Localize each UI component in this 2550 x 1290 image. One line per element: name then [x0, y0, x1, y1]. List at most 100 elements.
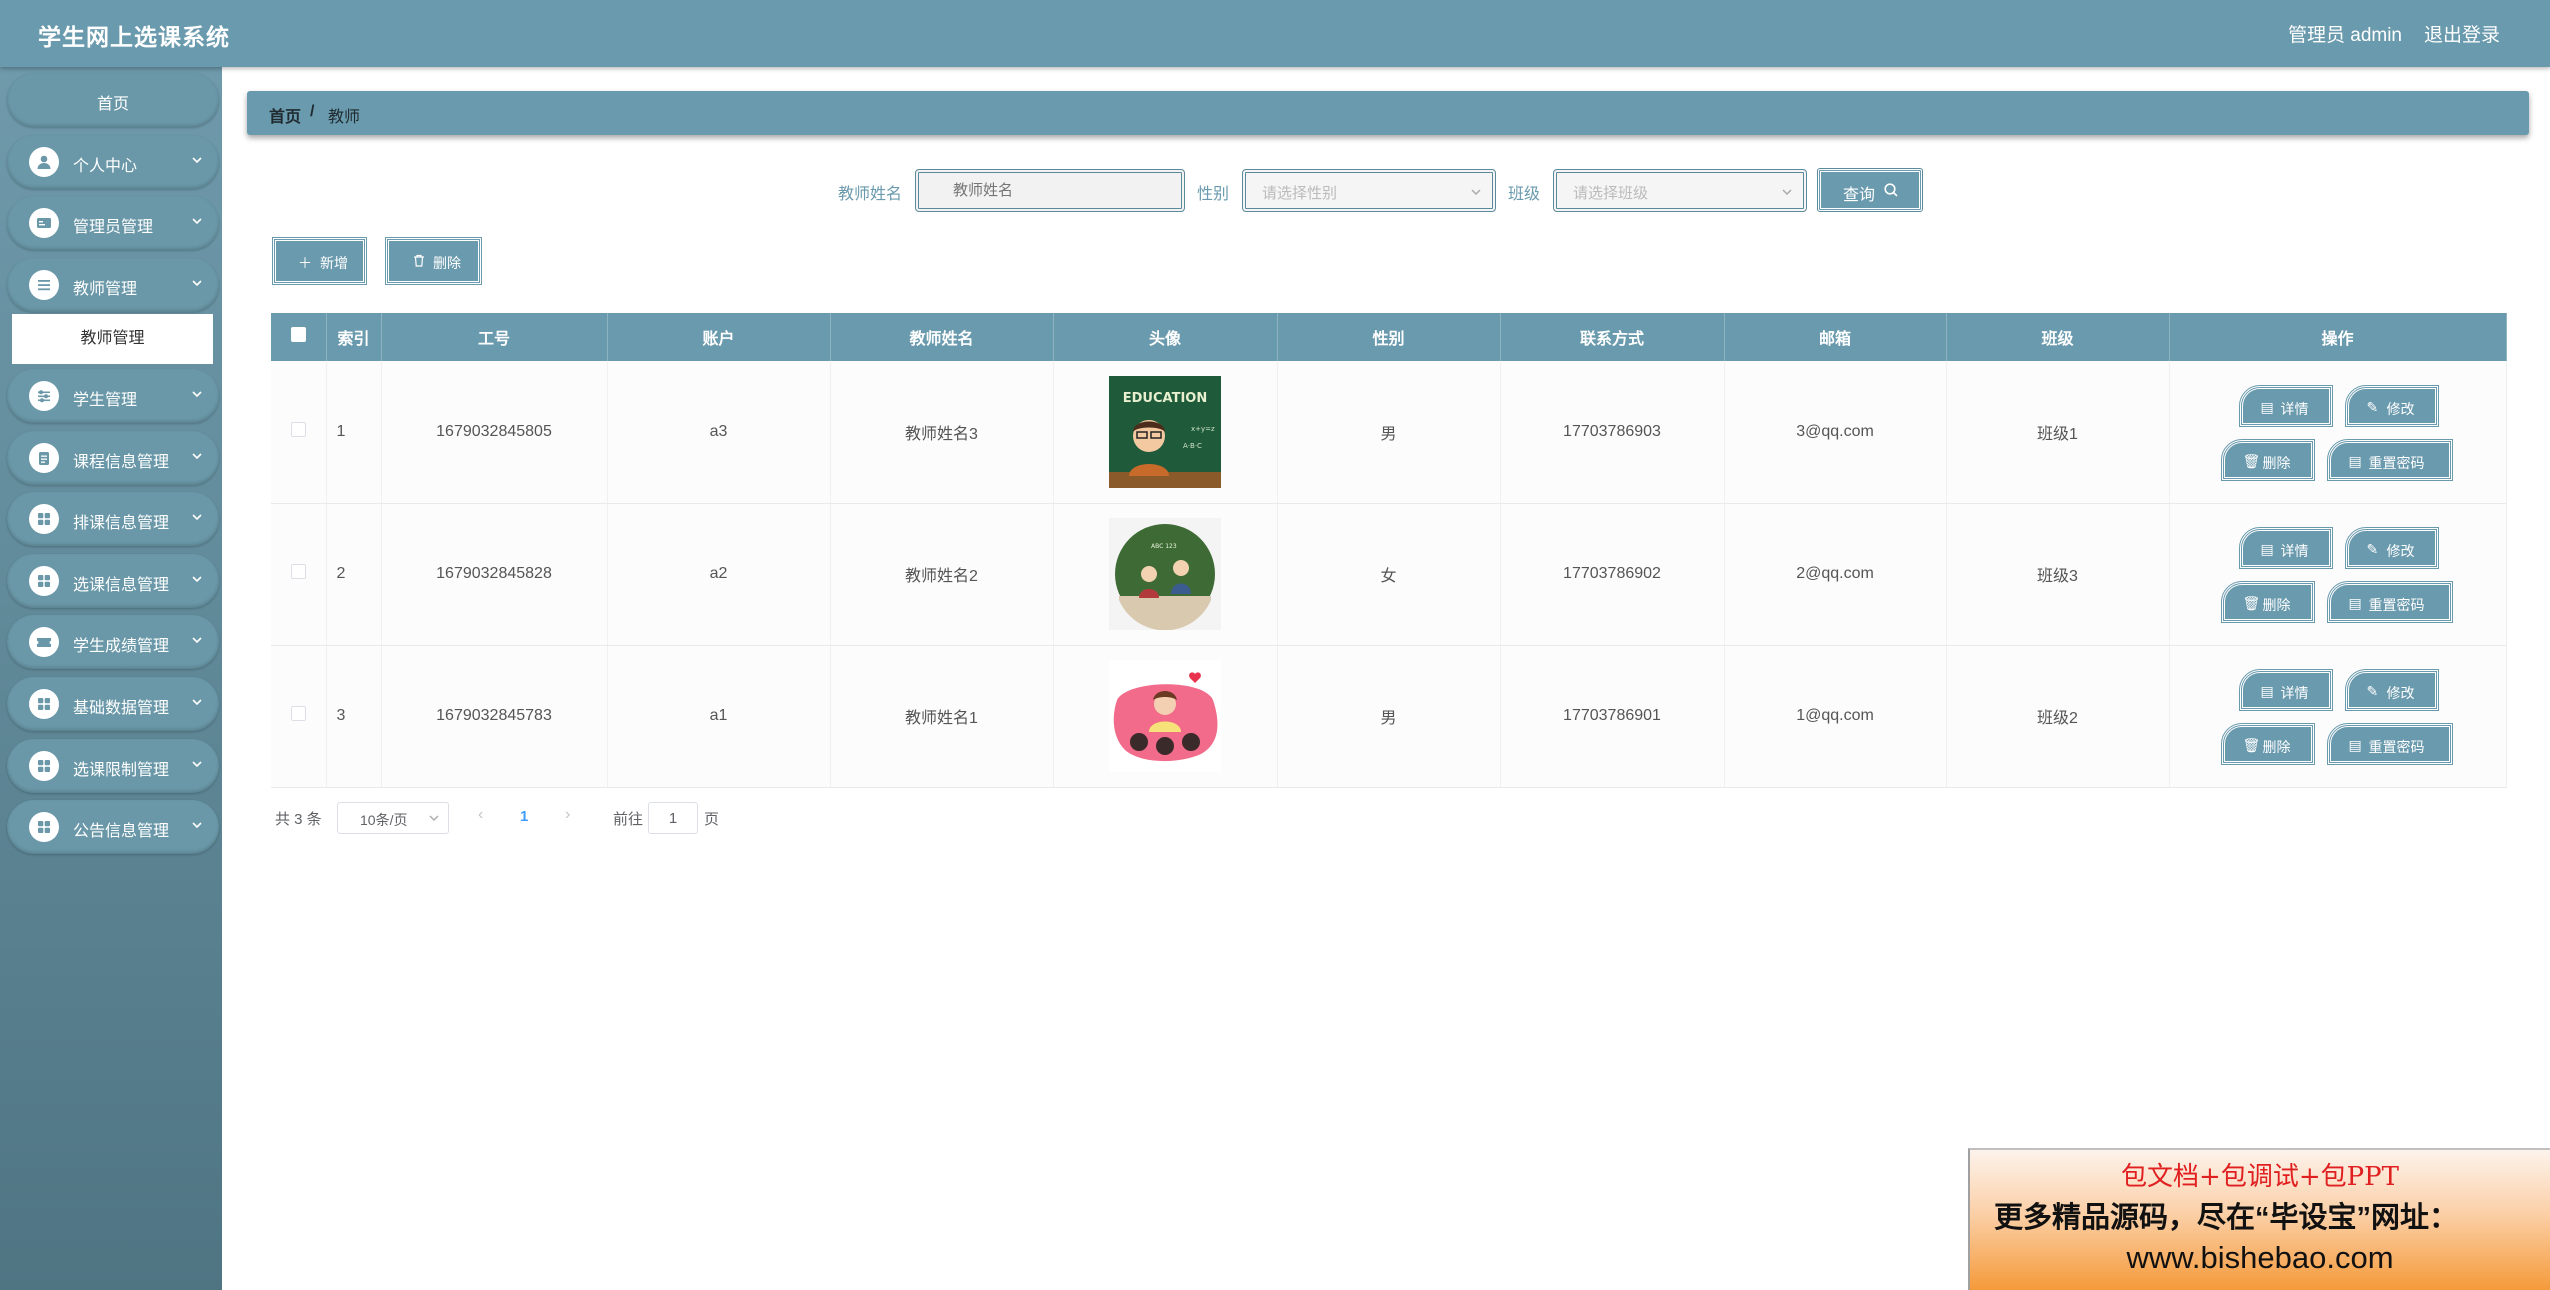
chevron-down-icon: [191, 153, 203, 171]
cell-phone: 17703786902: [1500, 503, 1725, 646]
table-header-row: 索引 工号 账户 教师姓名 头像 性别 联系方式 邮箱 班级 操作: [271, 313, 2507, 361]
sidebar-item-home[interactable]: 首页: [7, 73, 219, 127]
delete-button[interactable]: 🗑︎ 删除: [2220, 438, 2315, 481]
chevron-up-icon: [191, 276, 203, 294]
cell-operations: ▤ 详情 ✎ 修改 🗑︎ 删除 ▤ 重置密码: [2169, 503, 2507, 646]
edit-button[interactable]: ✎ 修改: [2344, 669, 2439, 711]
reset-password-button[interactable]: ▤ 重置密码: [2326, 438, 2453, 481]
trash-icon: [413, 254, 425, 270]
sidebar-item-student-management[interactable]: 学生管理: [7, 369, 219, 423]
column-header: 账户: [607, 313, 831, 361]
svg-text:A·B·C: A·B·C: [1183, 442, 1202, 450]
chevron-down-icon: [191, 449, 203, 467]
add-button[interactable]: ＋ 新增: [272, 237, 367, 285]
sidebar-item-basic-data-management[interactable]: 基础数据管理: [7, 677, 219, 731]
query-button[interactable]: 查询: [1817, 168, 1923, 212]
detail-button[interactable]: ▤ 详情: [2238, 669, 2333, 711]
delete-button[interactable]: 🗑︎ 删除: [2220, 581, 2315, 623]
chevron-down-icon: [191, 572, 203, 590]
reset-password-button[interactable]: ▤ 重置密码: [2326, 581, 2453, 623]
gender-select-placeholder: 请选择性别: [1262, 185, 1338, 202]
sidebar-item-personal-center[interactable]: 个人中心: [7, 135, 219, 189]
chevron-right-icon[interactable]: ›: [565, 806, 570, 824]
sidebar-item-notice-management[interactable]: 公告信息管理: [7, 800, 219, 854]
chevron-down-icon: [1470, 185, 1482, 202]
teacher-table: 索引 工号 账户 教师姓名 头像 性别 联系方式 邮箱 班级 操作 1 1679…: [271, 313, 2507, 788]
table-row: 1 1679032845805 a3 教师姓名3 EDUCATION x+y=z…: [271, 361, 2507, 504]
select-all-checkbox[interactable]: [271, 313, 327, 361]
cell-gender: 男: [1277, 645, 1501, 788]
detail-button[interactable]: ▤ 详情: [2238, 527, 2333, 569]
detail-button-label: 详情: [2280, 400, 2309, 417]
sidebar-item-label: 学生成绩管理: [73, 638, 170, 655]
sidebar-item-score-management[interactable]: 学生成绩管理: [7, 615, 219, 669]
column-header: 操作: [2169, 313, 2507, 361]
cell-email: 3@qq.com: [1724, 361, 1947, 504]
cell-operations: ▤ 详情 ✎ 修改 🗑︎ 删除 ▤ 重置密码: [2169, 645, 2507, 788]
gender-select[interactable]: 请选择性别: [1242, 169, 1496, 212]
sidebar-subitem-teacher-management[interactable]: 教师管理: [12, 314, 213, 364]
user-icon: [29, 147, 59, 177]
page-number-current[interactable]: 1: [520, 808, 528, 825]
sidebar-item-course-info-management[interactable]: 课程信息管理: [7, 431, 219, 485]
detail-button-label: 详情: [2280, 543, 2309, 559]
goto-label: 前往: [613, 811, 644, 828]
chevron-left-icon[interactable]: ‹: [478, 806, 483, 824]
cell-operations: ▤ 详情 ✎ 修改 🗑︎ 删除 ▤ 重置密码: [2169, 361, 2507, 504]
edit-button-label: 修改: [2386, 400, 2415, 417]
cell-account: a1: [607, 645, 831, 788]
plus-icon: ＋: [298, 255, 312, 271]
cell-gender: 男: [1277, 361, 1501, 504]
class-select[interactable]: 请选择班级: [1553, 169, 1807, 212]
document-icon: ▤: [2348, 452, 2362, 469]
teacher-avatar-image: [1109, 660, 1221, 772]
delete-button-label: 删除: [2262, 454, 2291, 471]
sidebar-item-selection-limit-management[interactable]: 选课限制管理: [7, 739, 219, 793]
cell-class: 班级3: [1946, 503, 2170, 646]
batch-delete-button-label: 删除: [433, 255, 461, 271]
sidebar-item-selection-info-management[interactable]: 选课信息管理: [7, 554, 219, 608]
app-title: 学生网上选课系统: [38, 24, 230, 50]
detail-button[interactable]: ▤ 详情: [2238, 384, 2333, 427]
row-checkbox[interactable]: [271, 645, 327, 788]
row-checkbox[interactable]: [271, 361, 327, 504]
edit-button[interactable]: ✎ 修改: [2344, 527, 2439, 569]
goto-page-input[interactable]: [648, 802, 698, 834]
reset-password-button[interactable]: ▤ 重置密码: [2326, 723, 2453, 765]
sidebar-item-teacher-management[interactable]: 教师管理: [7, 258, 219, 312]
logout-link[interactable]: 退出登录: [2424, 20, 2500, 47]
svg-text:ABC 123: ABC 123: [1151, 543, 1177, 550]
sidebar-item-label: 选课信息管理: [73, 577, 170, 594]
sidebar-item-schedule-management[interactable]: 排课信息管理: [7, 492, 219, 546]
sidebar-item-label: 选课限制管理: [73, 762, 170, 779]
page-size-value: 10条/页: [360, 812, 408, 828]
teacher-name-input[interactable]: [915, 169, 1185, 212]
breadcrumb-home[interactable]: 首页: [269, 103, 301, 127]
delete-button[interactable]: 🗑︎ 删除: [2220, 723, 2315, 765]
breadcrumb-separator: /: [310, 103, 315, 120]
chevron-down-icon: [191, 757, 203, 775]
sliders-icon: [29, 381, 59, 411]
cell-phone: 17703786903: [1500, 361, 1725, 504]
row-checkbox[interactable]: [271, 503, 327, 646]
edit-icon: ✎: [2366, 683, 2379, 699]
delete-button-label: 删除: [2262, 597, 2291, 613]
cell-email: 2@qq.com: [1724, 503, 1947, 646]
chevron-down-icon: [191, 695, 203, 713]
edit-button[interactable]: ✎ 修改: [2344, 384, 2439, 427]
detail-button-label: 详情: [2280, 685, 2309, 701]
teacher-avatar-image: EDUCATION x+y=z A·B·C: [1109, 375, 1221, 488]
sidebar-item-admin-management[interactable]: 管理员管理: [7, 196, 219, 250]
class-select-placeholder: 请选择班级: [1573, 185, 1649, 202]
document-icon: ▤: [2260, 398, 2274, 415]
edit-button-label: 修改: [2386, 543, 2415, 559]
page-size-select[interactable]: 10条/页: [337, 802, 449, 834]
batch-delete-button[interactable]: 删除: [385, 237, 482, 285]
cell-account: a2: [607, 503, 831, 646]
cell-name: 教师姓名1: [830, 645, 1054, 788]
grid-icon: [29, 566, 59, 596]
cell-avatar: [1053, 645, 1278, 788]
class-label: 班级: [1508, 186, 1541, 203]
edit-icon: ✎: [2366, 398, 2379, 415]
chevron-down-icon: [191, 214, 203, 232]
